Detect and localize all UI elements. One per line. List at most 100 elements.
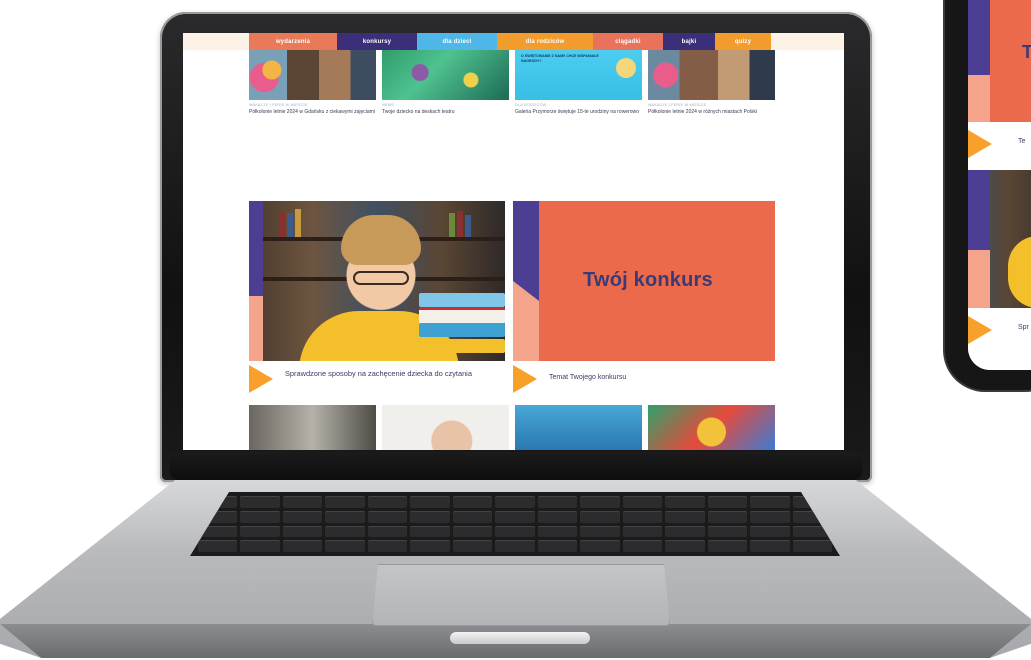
- nav-item-konkursy[interactable]: konkursy: [337, 33, 417, 50]
- feature-title[interactable]: Temat Twojego konkursu: [549, 373, 759, 382]
- keyboard-key: [452, 525, 493, 538]
- keyboard-key: [410, 510, 450, 523]
- keyboard-key: [665, 510, 705, 523]
- article-strip: O ŚWIĘTOWANIE Z NAMI! CHCE WSPANIAŁE NAG…: [249, 50, 775, 100]
- contest-panel-title: Twój konkurs: [583, 269, 713, 291]
- feature-title[interactable]: Sprawdzone sposoby na zachęcenie dziecka…: [285, 369, 495, 378]
- article-thumbnail[interactable]: [515, 405, 642, 450]
- article-thumbnail[interactable]: [382, 50, 509, 100]
- article-strip-bottom: [249, 405, 775, 450]
- contest-panel[interactable]: Twój konkurs: [513, 201, 775, 361]
- article-title[interactable]: Galeria Przymorze świętuje 15-te urodzin…: [515, 109, 642, 116]
- phone-caption-text: Spr: [1018, 324, 1029, 331]
- article-thumbnail[interactable]: [648, 50, 775, 100]
- phone-caption-2[interactable]: Spr: [968, 308, 1031, 370]
- keyboard-key: [410, 540, 450, 552]
- feature-card-reading[interactable]: Sprawdzone sposoby na zachęcenie dziecka…: [249, 201, 505, 396]
- keyboard-key: [537, 496, 578, 508]
- arrow-icon: [968, 316, 992, 344]
- feature-caption[interactable]: Temat Twojego konkursu: [513, 361, 775, 396]
- nav-item-quizy[interactable]: quizy: [715, 33, 771, 50]
- decor-band: [968, 0, 990, 75]
- feature-photo[interactable]: [249, 201, 505, 361]
- site-nav: wydarzenia konkursy dla dzieci dla rodzi…: [183, 33, 844, 50]
- arrow-icon: [513, 365, 537, 393]
- keyboard-key: [325, 540, 365, 552]
- decor-band: [249, 296, 263, 361]
- article-tag[interactable]: NEWS: [382, 103, 509, 107]
- laptop-screen: wydarzenia konkursy dla dzieci dla rodzi…: [183, 33, 844, 450]
- keyboard-key: [622, 496, 663, 508]
- promo-graphic: [616, 58, 636, 78]
- article-thumbnail[interactable]: [382, 405, 509, 450]
- article-tag[interactable]: DLA RODZICÓW: [515, 103, 642, 107]
- feature-card-contest[interactable]: Twój konkurs Temat Twojego konkursu: [513, 201, 775, 396]
- promo-text: O ŚWIĘTOWANIE Z NAMI! CHCE WSPANIAŁE NAG…: [521, 54, 599, 63]
- keyboard-key: [325, 525, 365, 538]
- keyboard-key: [198, 540, 238, 552]
- keyboard-key: [240, 525, 280, 538]
- keyboard-key: [665, 496, 705, 508]
- keyboard-key: [537, 525, 578, 538]
- keyboard-key: [240, 510, 280, 523]
- article-title[interactable]: Półkolonie letnie 2024 w różnych miastac…: [648, 109, 775, 116]
- keyboard-key: [282, 496, 323, 508]
- phone-panel-title: T: [1022, 42, 1031, 62]
- keyboard-key: [282, 525, 323, 538]
- feature-caption[interactable]: Sprawdzone sposoby na zachęcenie dziecka…: [249, 361, 505, 396]
- keyboard-key: [750, 540, 790, 552]
- phone-screen: T Te Spr: [968, 0, 1031, 370]
- keyboard-key: [750, 525, 790, 538]
- keyboard-key: [495, 540, 535, 552]
- article-thumbnail[interactable]: [249, 405, 376, 450]
- keyboard-key: [410, 496, 450, 508]
- article-title[interactable]: Półkolonie letnie 2024 w Gdańsku z cieka…: [249, 109, 376, 116]
- books-stack: [419, 293, 505, 361]
- arrow-icon: [968, 130, 992, 158]
- keyboard-key: [495, 510, 535, 523]
- touchpad: [372, 564, 670, 626]
- article-title[interactable]: Twoje dziecko na deskach teatru: [382, 109, 509, 116]
- keyboard-key: [452, 510, 493, 523]
- keyboard-key: [792, 540, 832, 552]
- keyboard-key: [240, 540, 280, 552]
- article-thumbnail[interactable]: [648, 405, 775, 450]
- keyboard-key: [707, 525, 748, 538]
- nav-item-ciagadki[interactable]: ciągadki: [593, 33, 663, 50]
- decor-band: [968, 250, 990, 308]
- article-tag[interactable]: WAKACJE I FERIE W MIEŚCIE: [249, 103, 376, 107]
- phone-caption-1[interactable]: Te: [968, 122, 1031, 170]
- nav-item-bajki[interactable]: bajki: [663, 33, 715, 50]
- keyboard-key: [325, 510, 365, 523]
- article-caption[interactable]: WAKACJE I FERIE W MIEŚCIE Półkolonie let…: [648, 103, 775, 116]
- keyboard-key: [367, 540, 408, 552]
- nav-item-wydarzenia[interactable]: wydarzenia: [249, 33, 337, 50]
- keyboard: [190, 492, 840, 556]
- laptop-notch: [450, 632, 590, 644]
- keyboard-key: [707, 496, 748, 508]
- phone-photo[interactable]: [968, 170, 1031, 308]
- article-captions: WAKACJE I FERIE W MIEŚCIE Półkolonie let…: [249, 103, 775, 116]
- keyboard-key: [325, 496, 365, 508]
- keyboard-key: [495, 525, 535, 538]
- keyboard-key: [367, 525, 408, 538]
- article-thumbnail[interactable]: O ŚWIĘTOWANIE Z NAMI! CHCE WSPANIAŁE NAG…: [515, 50, 642, 100]
- keyboard-key: [367, 510, 408, 523]
- keyboard-key: [282, 510, 323, 523]
- keyboard-key: [452, 496, 493, 508]
- article-caption[interactable]: NEWS Twoje dziecko na deskach teatru: [382, 103, 509, 116]
- keyboard-key: [452, 540, 493, 552]
- phone-contest-panel[interactable]: T: [968, 0, 1031, 122]
- keyboard-key: [537, 510, 578, 523]
- nav-item-dla-dzieci[interactable]: dla dzieci: [417, 33, 497, 50]
- keyboard-key: [580, 496, 620, 508]
- keyboard-key: [537, 540, 578, 552]
- article-caption[interactable]: WAKACJE I FERIE W MIEŚCIE Półkolonie let…: [249, 103, 376, 116]
- article-thumbnail[interactable]: [249, 50, 376, 100]
- keyboard-key: [750, 510, 790, 523]
- glasses-icon: [353, 271, 409, 285]
- article-caption[interactable]: DLA RODZICÓW Galeria Przymorze świętuje …: [515, 103, 642, 116]
- article-tag[interactable]: WAKACJE I FERIE W MIEŚCIE: [648, 103, 775, 107]
- decor-band: [968, 75, 990, 122]
- nav-item-dla-rodzicow[interactable]: dla rodziców: [497, 33, 593, 50]
